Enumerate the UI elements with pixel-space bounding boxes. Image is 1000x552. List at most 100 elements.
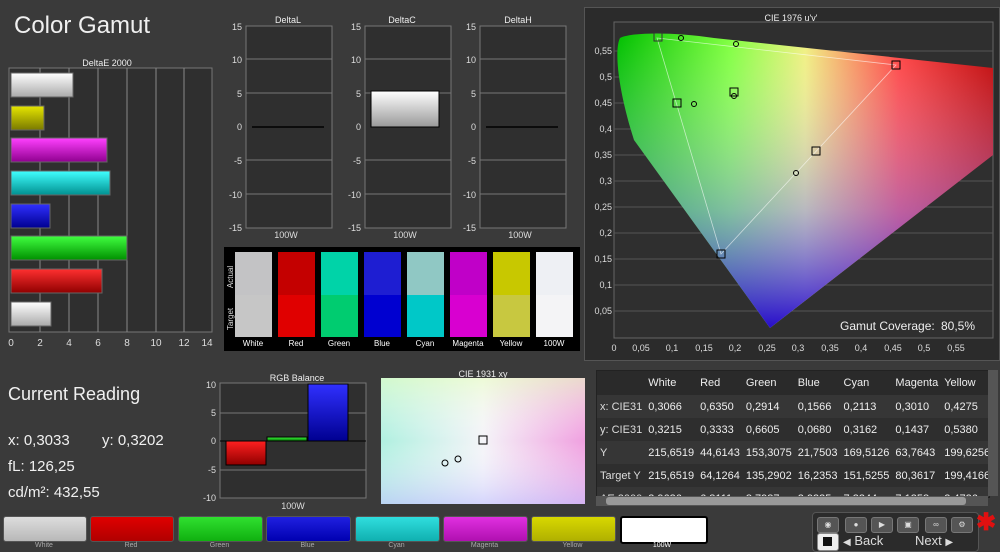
svg-text:2: 2: [37, 338, 43, 349]
measurement-table[interactable]: White Red Green Blue Cyan Magenta Yellow…: [596, 370, 990, 498]
svg-text:Red: Red: [289, 339, 304, 348]
table-horizontal-scrollbar[interactable]: [596, 496, 988, 506]
svg-text:White: White: [243, 339, 264, 348]
back-arrow-icon: ◀: [843, 537, 851, 548]
color-button-label: Magenta: [470, 542, 499, 549]
svg-text:-5: -5: [234, 156, 242, 166]
svg-text:0,55: 0,55: [594, 46, 612, 56]
rgb-balance-chart: 10 5 0 -5 -10 100W: [203, 380, 367, 511]
svg-text:15: 15: [232, 22, 242, 32]
svg-text:-15: -15: [463, 223, 476, 233]
table-vertical-scrollbar[interactable]: [988, 370, 998, 496]
back-button[interactable]: ◀ Back: [843, 533, 883, 548]
color-button-red[interactable]: [90, 516, 174, 542]
deltae-chart: 0 2 4 6 8 10 12 14: [8, 67, 213, 349]
rgb-bar-red: [225, 440, 267, 466]
page-title: Color Gamut: [14, 12, 151, 39]
svg-text:0,2: 0,2: [599, 228, 612, 238]
swatch-white: [235, 252, 272, 337]
swatch-green: [321, 252, 358, 337]
svg-text:0: 0: [211, 436, 216, 446]
svg-text:100W: 100W: [274, 230, 298, 240]
gamut-coverage-value: 80,5%: [941, 319, 975, 333]
loop-icon[interactable]: ∞: [925, 517, 947, 533]
svg-text:0,35: 0,35: [821, 343, 839, 353]
svg-text:0,05: 0,05: [632, 343, 650, 353]
gamut-coverage-label: Gamut Coverage:: [840, 319, 935, 333]
svg-text:0,55: 0,55: [947, 343, 965, 353]
navigation-panel: ◉ ● ▶ ▣ ∞ ⚙ ◀ Back Next ▶: [812, 512, 979, 552]
color-button-label: Green: [209, 542, 230, 549]
color-button-magenta[interactable]: [443, 516, 528, 542]
reading-fl: fL: 126,25: [8, 458, 75, 475]
svg-text:-5: -5: [353, 156, 361, 166]
scrollbar-thumb[interactable]: [606, 497, 966, 505]
svg-text:5: 5: [471, 89, 476, 99]
svg-text:-10: -10: [229, 190, 242, 200]
svg-text:0,45: 0,45: [594, 98, 612, 108]
svg-text:0,5: 0,5: [918, 343, 931, 353]
svg-text:-10: -10: [203, 493, 216, 503]
svg-text:0: 0: [8, 338, 14, 349]
deltae-bar-cyan: [10, 170, 111, 196]
color-button-label: 100W: [652, 542, 672, 549]
color-button-label: Yellow: [562, 542, 583, 549]
svg-text:0,15: 0,15: [594, 254, 612, 264]
deltac-bar-100w: [370, 90, 440, 128]
table-header-row: White Red Green Blue Cyan Magenta Yellow…: [597, 371, 989, 395]
play-icon[interactable]: ▶: [871, 517, 893, 533]
svg-text:-5: -5: [468, 156, 476, 166]
svg-text:10: 10: [150, 338, 162, 349]
settings-icon[interactable]: ⚙: [951, 517, 973, 533]
asterisk-icon[interactable]: ✱: [976, 508, 996, 537]
color-button-blue[interactable]: [266, 516, 351, 542]
svg-text:0,5: 0,5: [599, 72, 612, 82]
table-row: x: CIE31 0,3066 0,6350 0,2914 0,1566 0,2113 0,…: [597, 395, 989, 418]
svg-text:100W: 100W: [281, 501, 305, 511]
color-button-green[interactable]: [178, 516, 263, 542]
svg-text:0,2: 0,2: [729, 343, 742, 353]
record-icon[interactable]: ●: [845, 517, 867, 533]
svg-text:15: 15: [466, 22, 476, 32]
svg-text:0,15: 0,15: [695, 343, 713, 353]
svg-text:Magenta: Magenta: [452, 339, 484, 348]
svg-text:Blue: Blue: [374, 339, 391, 348]
next-arrow-icon: ▶: [945, 537, 954, 548]
svg-text:0,1: 0,1: [666, 343, 679, 353]
next-button[interactable]: Next ▶: [915, 533, 953, 548]
svg-text:0,1: 0,1: [599, 280, 612, 290]
cie1931-chart: [381, 378, 585, 504]
delta-lch-charts: 15 10 5 0 -5 -10 -15 100W 15 10 5 0 -5 -10 -15…: [229, 22, 567, 240]
svg-text:0,05: 0,05: [594, 306, 612, 316]
deltae-bar-blue: [10, 203, 51, 229]
svg-text:0,35: 0,35: [594, 150, 612, 160]
svg-text:15: 15: [351, 22, 361, 32]
svg-text:10: 10: [351, 55, 361, 65]
svg-text:0,45: 0,45: [884, 343, 902, 353]
stop-button[interactable]: [817, 533, 839, 551]
eye-icon[interactable]: ◉: [817, 517, 839, 533]
swatch-100w: [536, 252, 573, 337]
color-button-yellow[interactable]: [531, 516, 616, 542]
svg-text:100W: 100W: [544, 339, 565, 348]
svg-text:0,25: 0,25: [758, 343, 776, 353]
svg-text:Actual: Actual: [226, 266, 235, 288]
svg-text:0: 0: [471, 122, 476, 132]
deltae-bar-yellow: [10, 105, 45, 131]
color-button-white[interactable]: [3, 516, 87, 542]
swatch-cyan: [407, 252, 444, 337]
table-row: y: CIE31 0,3215 0,3333 0,6605 0,0680 0,3162 0,…: [597, 418, 989, 441]
color-button-label: White: [35, 542, 53, 549]
svg-text:0,3: 0,3: [599, 176, 612, 186]
color-button-cyan[interactable]: [355, 516, 440, 542]
save-icon[interactable]: ▣: [897, 517, 919, 533]
table-row: Target Y 215,6519 64,1264 135,2902 16,2353 15…: [597, 464, 989, 487]
color-button-label: Blue: [300, 542, 315, 549]
cie1976-chart: Gamut Coverage: 80,5% 0,55 0,5 0,45 0,4 0,…: [594, 21, 994, 353]
svg-text:5: 5: [356, 89, 361, 99]
svg-text:-5: -5: [208, 465, 216, 475]
svg-text:0,4: 0,4: [855, 343, 868, 353]
deltae-bar-white: [10, 72, 74, 98]
svg-text:6: 6: [95, 338, 101, 349]
color-button-100w[interactable]: [620, 516, 708, 544]
